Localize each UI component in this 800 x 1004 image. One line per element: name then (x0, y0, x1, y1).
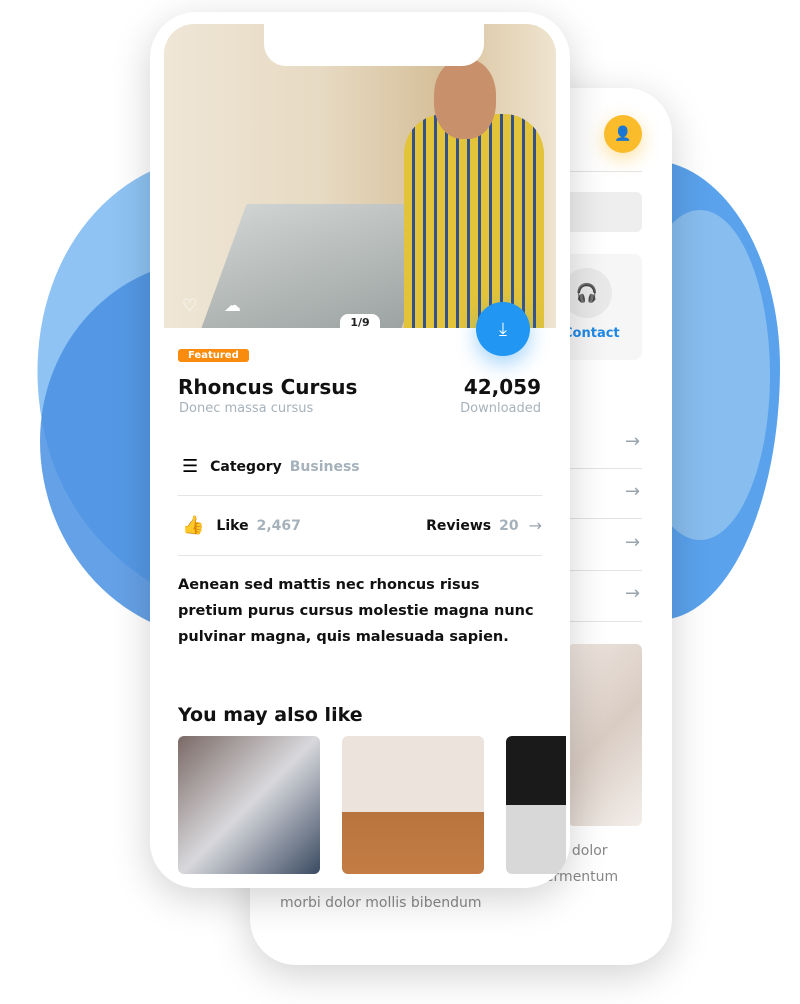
arrow-right-icon[interactable]: → (529, 516, 542, 535)
like-reviews-row: 👍 Like 2,467 Reviews 20 → (178, 515, 542, 536)
phone-notch (264, 24, 484, 66)
download-label: Downloaded (460, 401, 541, 416)
featured-badge: Featured (178, 349, 249, 362)
user-icon: 👤 (614, 126, 632, 142)
arrow-right-icon[interactable]: → (625, 532, 640, 553)
arrow-right-icon[interactable]: → (625, 583, 640, 604)
arrow-right-icon[interactable]: → (625, 481, 640, 502)
article-image[interactable] (568, 644, 642, 826)
download-button[interactable]: ⤓ (476, 302, 530, 356)
description: Aenean sed mattis nec rhoncus risus pret… (178, 577, 534, 645)
related-item-thumbnail[interactable] (178, 736, 320, 874)
like-label[interactable]: Like (216, 518, 248, 534)
divider (178, 495, 542, 496)
profile-button[interactable]: 👤 (604, 115, 642, 153)
front-phone: ♡ ☁ 1/9 ⤓ Featured Rhoncus Cursus Donec … (150, 12, 570, 888)
item-subtitle: Donec massa cursus (179, 401, 314, 416)
related-item-thumbnail[interactable] (506, 736, 566, 874)
like-count: 2,467 (256, 517, 301, 534)
category-value: Business (289, 458, 360, 475)
image-pager: 1/9 (340, 314, 380, 330)
download-icon: ⤓ (499, 318, 507, 340)
heart-icon[interactable]: ♡ (182, 296, 197, 316)
related-heading: You may also like (178, 704, 363, 726)
hero-image[interactable] (164, 24, 556, 328)
thumbs-up-icon[interactable]: 👍 (182, 515, 204, 536)
contact-label: Contact (563, 326, 620, 341)
category-label: Category (210, 458, 282, 475)
arrow-right-icon[interactable]: → (625, 431, 640, 452)
item-title: Rhoncus Cursus (178, 375, 358, 399)
reviews-label[interactable]: Reviews (426, 518, 491, 534)
category-row[interactable]: ☰ Category Business (178, 456, 542, 477)
related-item-thumbnail[interactable] (342, 736, 484, 874)
upload-cloud-icon[interactable]: ☁ (224, 296, 241, 316)
download-count: 42,059 (463, 375, 541, 399)
divider (178, 555, 542, 556)
reviews-count: 20 (499, 517, 519, 534)
body-text: morbi dolor mollis bibendum (280, 895, 482, 911)
list-icon: ☰ (182, 456, 199, 477)
